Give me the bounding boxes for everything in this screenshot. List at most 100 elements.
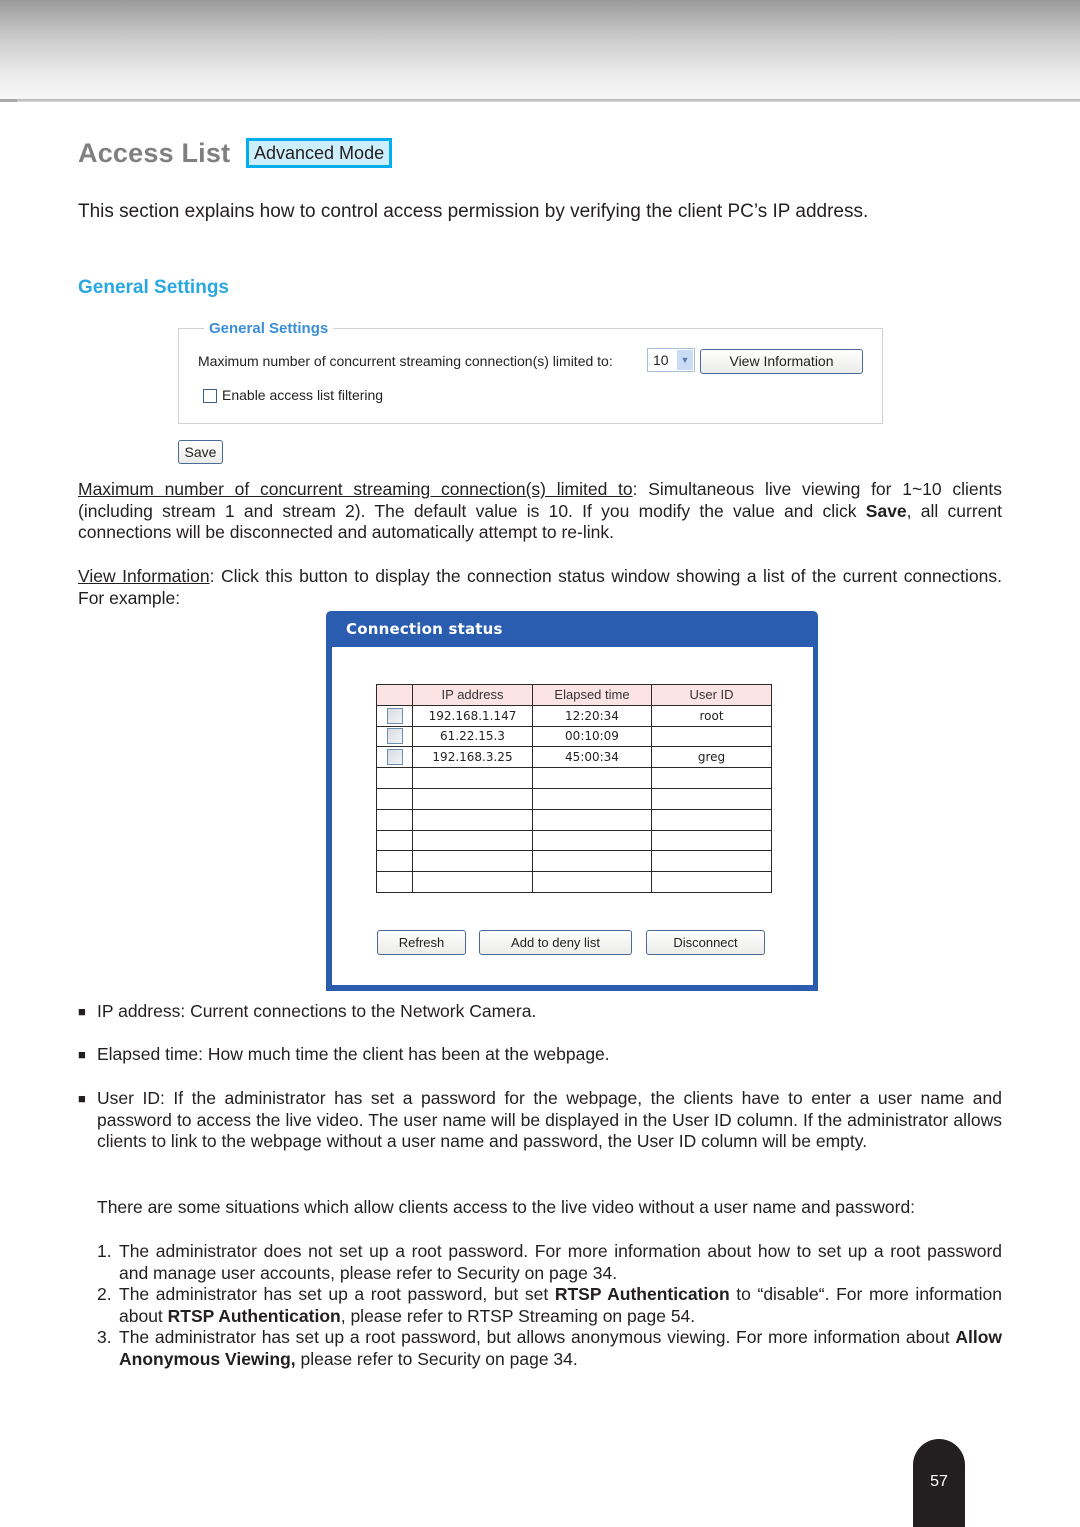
col-header-user: User ID [651, 684, 772, 706]
empty-cell [412, 767, 533, 789]
header-band [0, 0, 1080, 100]
empty-cell [532, 808, 652, 831]
connection-status-title: Connection status [346, 620, 503, 638]
empty-cell [532, 787, 652, 810]
bullet-elapsed-time: ■ Elapsed time: How much time the client… [78, 1044, 1002, 1066]
item-text-part: The administrator does not set up a root… [119, 1241, 1002, 1283]
table-row: 61.22.15.3 00:10:09 [376, 725, 772, 748]
item-text-part: , please refer to RTSP Streaming on page… [340, 1305, 696, 1326]
empty-cell [532, 871, 652, 893]
table-header-row: IP address Elapsed time User ID [376, 684, 772, 706]
square-bullet-icon: ■ [78, 1004, 86, 1019]
max-connections-term: Maximum number of concurrent streaming c… [78, 479, 633, 499]
disconnect-button[interactable]: Disconnect [646, 930, 765, 955]
empty-cell [651, 767, 772, 789]
bullet-ip-address: ■ IP address: Current connections to the… [78, 1001, 1002, 1023]
square-bullet-icon: ■ [78, 1091, 86, 1106]
header-divider [0, 99, 1080, 102]
ip-cell: 61.22.15.3 [412, 725, 533, 748]
empty-cell [412, 850, 533, 873]
refresh-button[interactable]: Refresh [377, 930, 466, 955]
empty-cell [412, 829, 533, 852]
section-heading: General Settings [78, 277, 229, 298]
empty-cell [376, 787, 413, 810]
ip-cell: 192.168.3.25 [412, 746, 533, 769]
elapsed-time-cell: 00:10:09 [532, 725, 652, 748]
ip-cell: 192.168.1.147 [412, 704, 533, 727]
item-text: The administrator has set up a root pass… [119, 1284, 1002, 1327]
empty-cell [412, 808, 533, 831]
item-number: 1. [97, 1241, 112, 1261]
view-information-text: : Click this button to display the conne… [78, 566, 1002, 608]
connections-table: IP address Elapsed time User ID 192.168.… [376, 684, 772, 893]
row-checkbox[interactable] [386, 728, 403, 745]
col-header-ip: IP address [412, 684, 533, 706]
empty-cell [376, 850, 413, 873]
max-connections-description: Maximum number of concurrent streaming c… [78, 479, 1002, 544]
empty-cell [532, 850, 652, 873]
situation-item: 1. The administrator does not set up a r… [97, 1241, 1002, 1284]
general-settings-legend: General Settings [204, 320, 334, 337]
rtsp-authentication-emphasis: RTSP Authentication [167, 1305, 341, 1326]
table-row: 192.168.3.25 45:00:34 greg [376, 746, 772, 769]
bullet-text: User ID: If the administrator has set a … [97, 1088, 1002, 1151]
view-information-button[interactable]: View Information [700, 349, 863, 374]
view-information-term: View Information [78, 566, 210, 586]
table-row: 192.168.1.147 12:20:34 root [376, 704, 772, 727]
item-text: The administrator has set up a root pass… [119, 1327, 1002, 1370]
enable-filtering-label: Enable access list filtering [222, 387, 384, 403]
connection-status-window: Connection status IP address Elapsed tim… [326, 611, 818, 991]
empty-table-row [376, 871, 772, 893]
connection-status-body: IP address Elapsed time User ID 192.168.… [332, 647, 813, 985]
user-id-cell: greg [651, 746, 772, 769]
empty-cell [651, 850, 772, 873]
save-button[interactable]: Save [178, 440, 223, 464]
empty-cell [651, 829, 772, 852]
page-number: 57 [930, 1473, 948, 1490]
situation-item: 2. The administrator has set up a root p… [97, 1284, 1002, 1327]
max-connections-select[interactable]: 10 ▼ [647, 348, 695, 372]
situation-item: 3. The administrator has set up a root p… [97, 1327, 1002, 1370]
bullet-text: IP address: Current connections to the N… [97, 1001, 537, 1021]
bullet-user-id: ■ User ID: If the administrator has set … [78, 1088, 1002, 1153]
empty-table-row [376, 850, 772, 873]
col-header-select [376, 684, 413, 706]
view-information-description: View Information: Click this button to d… [78, 566, 1002, 609]
page-number-tab: 57 [913, 1439, 965, 1527]
row-checkbox[interactable] [386, 749, 403, 766]
empty-cell [651, 871, 772, 893]
empty-table-row [376, 808, 772, 831]
add-to-deny-list-button[interactable]: Add to deny list [479, 930, 632, 955]
enable-filtering-checkbox[interactable] [203, 389, 217, 403]
elapsed-time-cell: 45:00:34 [532, 746, 652, 769]
chevron-down-icon[interactable]: ▼ [677, 350, 693, 370]
empty-cell [376, 829, 413, 852]
empty-cell [532, 829, 652, 852]
item-text: The administrator does not set up a root… [119, 1241, 1002, 1284]
page-title: Access List [78, 138, 231, 168]
user-id-cell: root [651, 704, 772, 727]
item-text-part: The administrator has set up a root pass… [119, 1327, 956, 1347]
row-select-cell [376, 704, 413, 727]
empty-table-row [376, 829, 772, 852]
square-bullet-icon: ■ [78, 1047, 86, 1062]
general-settings-fieldset [178, 328, 883, 424]
max-connections-label: Maximum number of concurrent streaming c… [198, 353, 613, 369]
row-checkbox[interactable] [386, 707, 403, 724]
empty-cell [376, 767, 413, 789]
item-number: 2. [97, 1284, 112, 1304]
advanced-mode-badge: Advanced Mode [246, 138, 393, 168]
save-emphasis: Save [865, 500, 907, 521]
row-select-cell [376, 725, 413, 748]
elapsed-time-cell: 12:20:34 [532, 704, 652, 727]
bullet-text: Elapsed time: How much time the client h… [97, 1044, 610, 1064]
empty-cell [376, 808, 413, 831]
empty-cell [532, 767, 652, 789]
rtsp-authentication-emphasis: RTSP Authentication [554, 1284, 730, 1304]
max-connections-value: 10 [653, 352, 669, 368]
empty-table-row [376, 767, 772, 789]
empty-cell [651, 808, 772, 831]
user-id-cell [651, 725, 772, 748]
empty-cell [376, 871, 413, 893]
item-text-part: The administrator has set up a root pass… [119, 1284, 555, 1304]
